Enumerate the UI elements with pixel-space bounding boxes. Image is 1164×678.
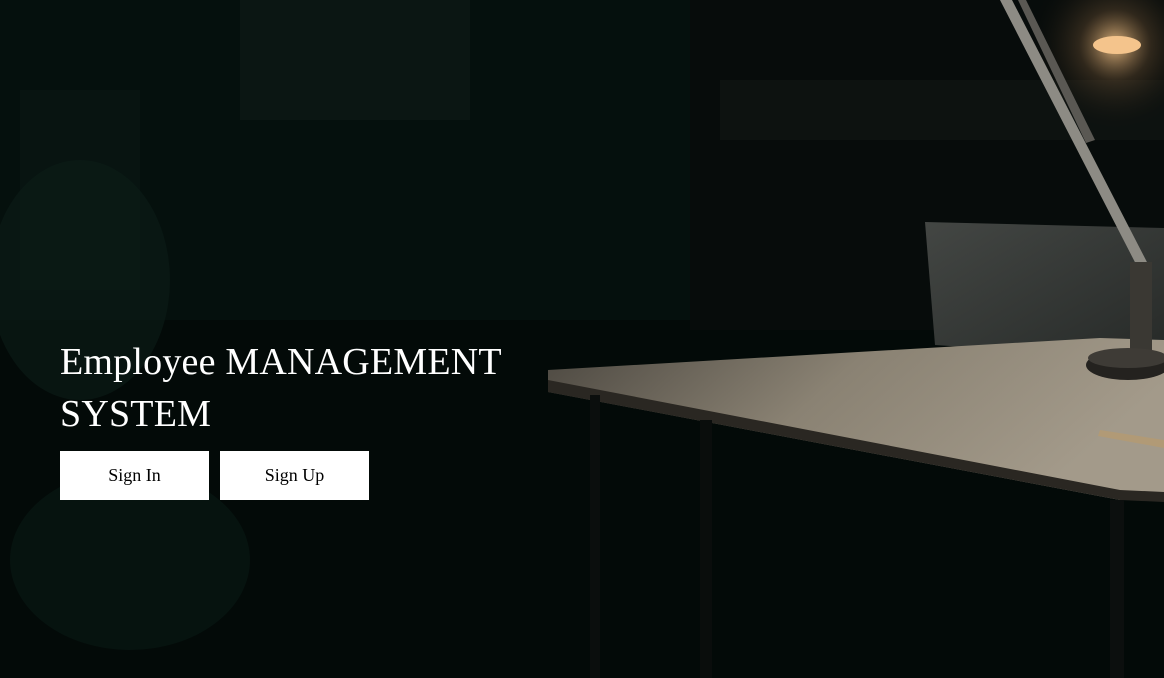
sign-up-button[interactable]: Sign Up	[220, 451, 369, 500]
hero-content: Employee MANAGEMENT SYSTEM Sign In Sign …	[60, 336, 560, 500]
page-title: Employee MANAGEMENT SYSTEM	[60, 336, 560, 440]
auth-buttons: Sign In Sign Up	[60, 451, 560, 500]
page-title-line-2: SYSTEM	[60, 393, 212, 435]
hero-section: Employee MANAGEMENT SYSTEM Sign In Sign …	[0, 0, 1164, 678]
sign-in-button[interactable]: Sign In	[60, 451, 209, 500]
page-title-line-1: Employee MANAGEMENT	[60, 341, 502, 383]
